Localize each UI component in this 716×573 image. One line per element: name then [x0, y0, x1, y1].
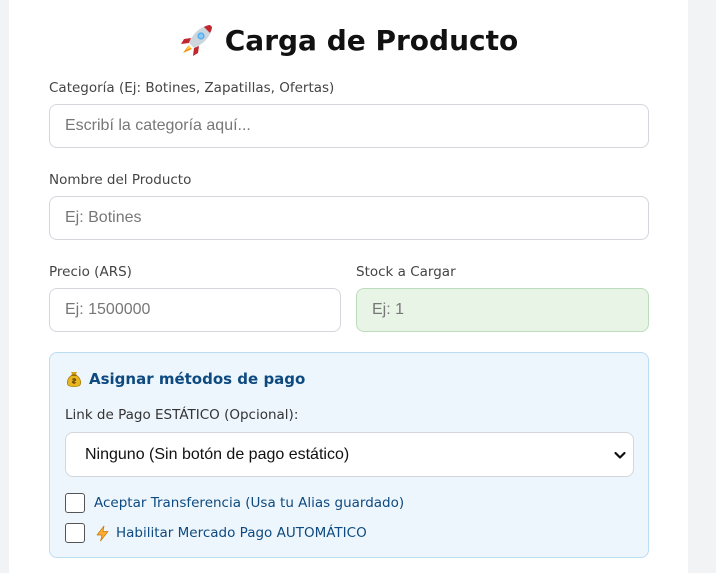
mercadopago-label: Habilitar Mercado Pago AUTOMÁTICO: [94, 525, 367, 542]
category-input[interactable]: [49, 104, 649, 148]
rocket-icon: [180, 25, 212, 56]
price-input[interactable]: [49, 288, 341, 332]
mercadopago-label-text: Habilitar Mercado Pago AUTOMÁTICO: [116, 525, 367, 541]
page-title: Carga de Producto: [224, 23, 519, 57]
product-name-label: Nombre del Producto: [49, 172, 192, 188]
money-bag-icon: [67, 372, 81, 387]
static-link-label: Link de Pago ESTÁTICO (Opcional):: [65, 407, 299, 423]
payment-methods-panel: Asignar métodos de pago Link de Pago EST…: [49, 352, 649, 558]
chevron-down-icon: [614, 451, 626, 459]
transfer-option: Aceptar Transferencia (Usa tu Alias guar…: [65, 493, 404, 513]
product-name-input[interactable]: [49, 196, 649, 240]
transfer-label-text: Aceptar Transferencia (Usa tu Alias guar…: [94, 495, 405, 511]
stock-label: Stock a Cargar: [356, 264, 456, 280]
lightning-icon: [96, 525, 109, 541]
transfer-checkbox[interactable]: [65, 493, 85, 513]
mercadopago-option: Habilitar Mercado Pago AUTOMÁTICO: [65, 523, 367, 543]
static-link-select[interactable]: Ninguno (Sin botón de pago estático): [65, 432, 634, 477]
category-label: Categoría (Ej: Botines, Zapatillas, Ofer…: [49, 80, 335, 96]
page-header: Carga de Producto: [0, 18, 697, 62]
mercadopago-checkbox[interactable]: [65, 523, 85, 543]
static-link-selected-value: Ninguno (Sin botón de pago estático): [85, 445, 350, 463]
price-label: Precio (ARS): [49, 264, 132, 280]
page: Carga de Producto Categoría (Ej: Botines…: [0, 0, 716, 573]
payment-methods-heading: Asignar métodos de pago: [65, 370, 305, 388]
stock-input[interactable]: [356, 288, 649, 332]
transfer-label: Aceptar Transferencia (Usa tu Alias guar…: [94, 495, 404, 511]
payment-methods-title: Asignar métodos de pago: [89, 370, 306, 388]
